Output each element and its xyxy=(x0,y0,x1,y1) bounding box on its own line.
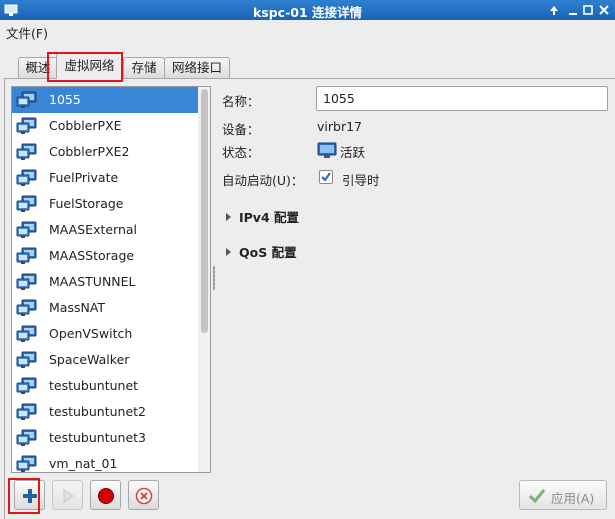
list-item[interactable]: testubuntunet3 xyxy=(12,425,198,451)
delete-icon xyxy=(135,487,153,505)
pane-splitter[interactable] xyxy=(213,266,215,290)
network-icon xyxy=(16,403,37,420)
device-value: virbr17 xyxy=(317,119,362,134)
state-value: 活跃 xyxy=(340,145,366,160)
network-icon xyxy=(16,247,37,264)
list-item-label: testubuntunet2 xyxy=(49,404,146,419)
network-icon xyxy=(16,351,37,368)
network-icon xyxy=(16,455,37,472)
list-item-label: MAASStorage xyxy=(49,248,135,263)
checkmark-icon xyxy=(321,172,331,182)
tab-network-interfaces[interactable]: 网络接口 xyxy=(164,57,230,78)
name-field[interactable] xyxy=(316,86,608,111)
network-list[interactable]: 1055 CobblerPXE CobblerPXE2 FuelPrivate Fuel… xyxy=(11,86,211,473)
checkmark-icon xyxy=(528,489,546,504)
state-label: 状态： xyxy=(222,145,260,160)
list-scrollbar[interactable] xyxy=(198,87,210,472)
scrollbar-thumb[interactable] xyxy=(201,89,208,333)
up-arrow-icon[interactable] xyxy=(547,3,561,17)
tab-storage[interactable]: 存储 xyxy=(123,57,165,78)
network-icon xyxy=(16,299,37,316)
list-item-label: FuelStorage xyxy=(49,196,124,211)
list-item-label: SpaceWalker xyxy=(49,352,130,367)
network-icon xyxy=(16,429,37,446)
menu-bar: 文件(F) xyxy=(0,20,615,42)
minimize-icon[interactable] xyxy=(566,3,580,17)
delete-network-button[interactable] xyxy=(128,480,159,510)
ipv4-expander[interactable]: IPv4 配置 xyxy=(226,207,299,226)
list-item[interactable]: SpaceWalker xyxy=(12,347,198,373)
list-item[interactable]: CobblerPXE xyxy=(12,113,198,139)
tab-virtual-networks[interactable]: 虚拟网络 xyxy=(56,53,123,79)
play-icon xyxy=(63,489,74,503)
network-icon xyxy=(16,169,37,186)
network-icon xyxy=(16,377,37,394)
list-item[interactable]: MAASTUNNEL xyxy=(12,269,198,295)
expander-arrow-icon xyxy=(226,213,231,221)
list-item[interactable]: MAASExternal xyxy=(12,217,198,243)
apply-button-label: 应用(A) xyxy=(551,491,595,506)
network-icon xyxy=(16,143,37,160)
expander-arrow-icon xyxy=(226,248,231,256)
maximize-icon[interactable] xyxy=(581,3,595,17)
list-item[interactable]: MAASStorage xyxy=(12,243,198,269)
network-icon xyxy=(16,117,37,134)
list-item-label: testubuntunet3 xyxy=(49,430,146,445)
autostart-value: 引导时 xyxy=(342,173,380,188)
list-item-label: MassNAT xyxy=(49,300,106,315)
list-item-label: MAASExternal xyxy=(49,222,138,237)
ipv4-label: IPv4 配置 xyxy=(239,210,300,225)
close-icon[interactable] xyxy=(597,3,611,17)
list-item-label: FuelPrivate xyxy=(49,170,119,185)
list-item-label: CobblerPXE xyxy=(49,118,122,133)
apply-button[interactable]: 应用(A) xyxy=(519,480,607,510)
qos-label: QoS 配置 xyxy=(239,245,297,260)
list-item[interactable]: vm_nat_01 xyxy=(12,451,198,472)
device-label: 设备： xyxy=(222,122,260,137)
list-item[interactable]: testubuntunet xyxy=(12,373,198,399)
list-item[interactable]: testubuntunet2 xyxy=(12,399,198,425)
stop-network-button[interactable] xyxy=(90,480,121,510)
list-item[interactable]: FuelPrivate xyxy=(12,165,198,191)
autostart-label: 自动启动(U)： xyxy=(222,173,304,188)
list-item-label: MAASTUNNEL xyxy=(49,274,136,289)
list-item-label: 1055 xyxy=(49,92,81,107)
network-icon xyxy=(16,221,37,238)
network-icon xyxy=(16,195,37,212)
network-icon xyxy=(16,273,37,290)
network-icon xyxy=(16,325,37,342)
network-active-icon xyxy=(317,142,337,158)
list-item[interactable]: MassNAT xyxy=(12,295,198,321)
list-item-label: OpenVSwitch xyxy=(49,326,133,341)
stop-icon xyxy=(98,488,114,504)
list-item-label: testubuntunet xyxy=(49,378,139,393)
tab-overview[interactable]: 概述 xyxy=(18,57,58,78)
list-item-label: vm_nat_01 xyxy=(49,456,118,471)
add-network-button[interactable] xyxy=(14,480,45,510)
plus-icon xyxy=(23,489,37,503)
name-label: 名称： xyxy=(222,94,260,109)
menu-file[interactable]: 文件(F) xyxy=(6,23,48,42)
list-item-label: CobblerPXE2 xyxy=(49,144,130,159)
list-item[interactable]: 1055 xyxy=(12,87,198,113)
qos-expander[interactable]: QoS 配置 xyxy=(226,242,297,261)
list-item[interactable]: FuelStorage xyxy=(12,191,198,217)
window-title: kspc-01 连接详情 xyxy=(252,5,363,20)
list-item[interactable]: OpenVSwitch xyxy=(12,321,198,347)
autostart-checkbox[interactable] xyxy=(319,170,333,184)
start-network-button[interactable] xyxy=(52,480,83,510)
network-icon xyxy=(16,91,37,108)
list-item[interactable]: CobblerPXE2 xyxy=(12,139,198,165)
title-bar: kspc-01 连接详情 xyxy=(0,0,615,20)
